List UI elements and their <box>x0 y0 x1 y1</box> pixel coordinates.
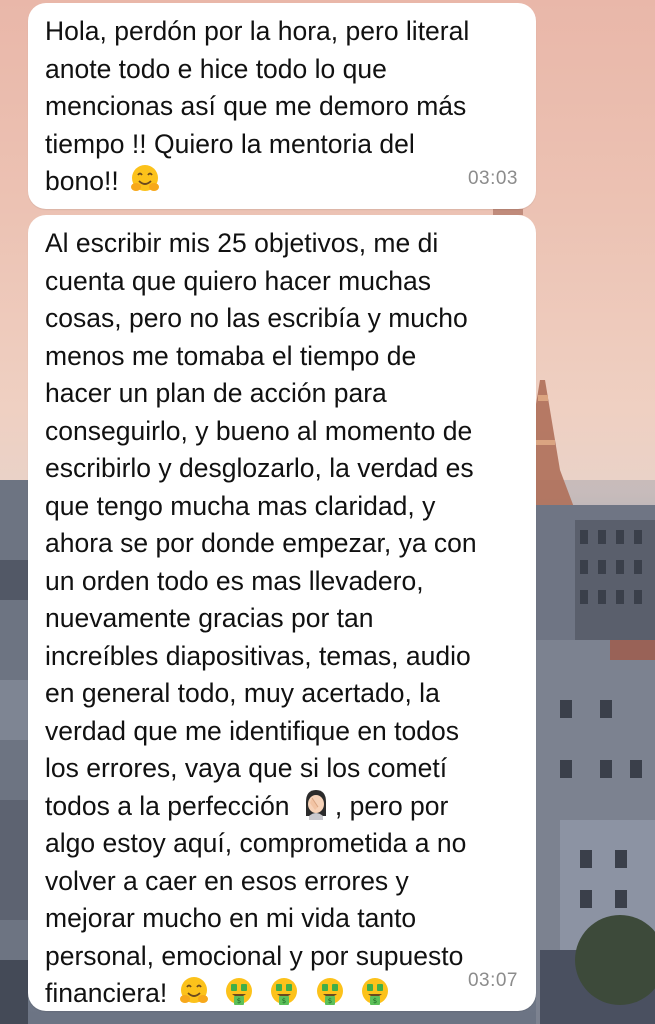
message-line: un orden todo es mas llevadero, <box>45 565 424 596</box>
message-line: Al escribir mis 25 objetivos, me di <box>45 228 439 258</box>
message-timestamp: 03:03 <box>467 167 518 189</box>
message-line: Hola, perdón por la hora, pero literal <box>45 16 470 46</box>
buildings-right <box>536 505 655 1024</box>
message-line: mejorar mucho en mi vida tanto <box>45 903 417 933</box>
message-text: Al escribir mis 25 objetivos, me di cuen… <box>45 225 518 1013</box>
message-line: cosas, pero no las escribía y mucho <box>45 303 468 333</box>
money-mouth-face-emoji: $ <box>271 978 298 1005</box>
message-line: todos a la perfección , pero por <box>45 788 518 826</box>
money-mouth-face-emoji: $ <box>316 978 343 1005</box>
hugging-face-emoji <box>179 977 208 1003</box>
svg-text:$: $ <box>237 997 241 1005</box>
message-line: hacer un plan de acción para <box>45 378 387 408</box>
message-line: menos me tomaba el tiempo de <box>45 340 417 371</box>
message-line: financiera! $ $ $ $ <box>45 975 518 1013</box>
hugging-face-emoji <box>131 165 160 191</box>
message-line: los errores, vaya que si los cometí <box>45 753 448 783</box>
message-line: conseguirlo, y bueno al momento de <box>45 415 473 446</box>
message-line: en general todo, muy acertado, la <box>45 678 440 708</box>
svg-text:$: $ <box>328 997 332 1005</box>
message-line: increíbles diapositivas, temas, audio <box>45 640 471 671</box>
message-line: mencionas así que me demoro más <box>45 91 467 121</box>
woman-facepalming-emoji <box>305 789 326 820</box>
message-line: escribirlo y desglozarlo, la verdad es <box>45 453 474 483</box>
message-line: personal, emocional y por supuesto <box>45 940 464 971</box>
incoming-message-bubble[interactable]: Hola, perdón por la hora, pero literal a… <box>28 3 536 209</box>
svg-text:$: $ <box>282 997 286 1005</box>
message-line: volver a caer en esos errores y <box>45 865 409 896</box>
money-mouth-face-emoji: $ <box>362 978 389 1005</box>
message-line: algo estoy aquí, comprometida a no <box>45 828 467 858</box>
message-line: ahora se por donde empezar, ya con <box>45 528 477 558</box>
message-line: que tengo mucha mas claridad, y <box>45 490 436 521</box>
message-line: verdad que me identifique en todos <box>45 715 459 746</box>
message-text: Hola, perdón por la hora, pero literal a… <box>45 13 518 201</box>
message-line-text: bono!! <box>45 166 119 196</box>
message-line: anote todo e hice todo lo que <box>45 53 387 84</box>
message-line: nuevamente gracias por tan <box>45 603 374 633</box>
message-line-text: financiera! <box>45 978 168 1008</box>
svg-text:$: $ <box>373 997 377 1005</box>
message-line: tiempo !! Quiero la mentoria del <box>45 128 415 159</box>
incoming-message-bubble[interactable]: Al escribir mis 25 objetivos, me di cuen… <box>28 215 536 1011</box>
buildings-left <box>0 480 28 1024</box>
message-line-text: , pero por <box>334 790 449 821</box>
money-mouth-face-emoji: $ <box>226 978 253 1005</box>
message-line-text: todos a la perfección <box>45 790 290 821</box>
message-line: bono!! <box>45 163 518 201</box>
message-line: cuenta que quiero hacer muchas <box>45 265 431 296</box>
message-timestamp: 03:07 <box>467 969 518 991</box>
